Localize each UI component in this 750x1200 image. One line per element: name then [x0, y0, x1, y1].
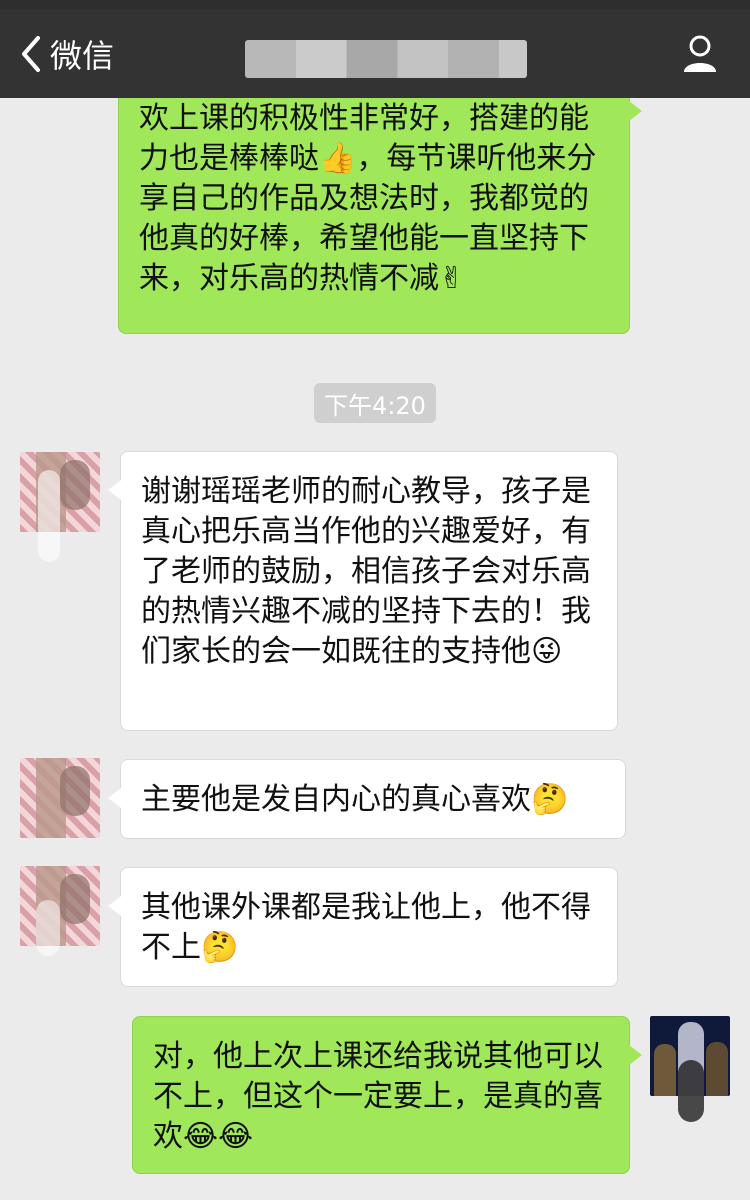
redaction-smudge — [36, 900, 60, 956]
contact-avatar[interactable] — [20, 866, 100, 946]
chat-area: 欢上课的积极性非常好，搭建的能力也是棒棒哒👍，每节课听他来分享自己的作品及想法时… — [0, 0, 750, 1200]
message-bubble-incoming[interactable]: 谢谢瑶瑶老师的耐心教导，孩子是真心把乐高当作他的兴趣爱好，有了老师的鼓励，相信孩… — [108, 451, 618, 731]
message-bubble-outgoing[interactable]: 对，他上次上课还给我说其他可以不上，但这个一定要上，是真的喜欢😂😂 — [132, 1016, 642, 1174]
navigation-bar: 微信 — [0, 0, 750, 98]
message-text: 其他课外课都是我让他上，他不得不上🤔 — [141, 890, 591, 965]
message-bubble-incoming[interactable]: 主要他是发自内心的真心喜欢🤔 — [108, 759, 626, 839]
chevron-left-icon — [22, 36, 40, 72]
message-bubble-outgoing[interactable]: 欢上课的积极性非常好，搭建的能力也是棒棒哒👍，每节课听他来分享自己的作品及想法时… — [118, 72, 642, 334]
person-icon[interactable] — [680, 34, 720, 74]
message-text: 谢谢瑶瑶老师的耐心教导，孩子是真心把乐高当作他的兴趣爱好，有了老师的鼓励，相信孩… — [141, 474, 591, 669]
back-button[interactable]: 微信 — [18, 32, 114, 76]
status-bar — [0, 0, 750, 10]
back-label: 微信 — [50, 37, 115, 75]
redaction-smudge — [38, 470, 60, 562]
contact-avatar[interactable] — [20, 758, 100, 838]
message-text: 欢上课的积极性非常好，搭建的能力也是棒棒哒👍，每节课听他来分享自己的作品及想法时… — [139, 101, 597, 296]
contact-avatar[interactable] — [20, 452, 100, 532]
message-text: 对，他上次上课还给我说其他可以不上，但这个一定要上，是真的喜欢😂😂 — [153, 1039, 603, 1154]
chat-title-redacted — [245, 40, 527, 78]
timestamp-pill: 下午4:20 — [314, 383, 436, 423]
redaction-smudge — [678, 1060, 704, 1122]
message-bubble-incoming[interactable]: 其他课外课都是我让他上，他不得不上🤔 — [108, 867, 618, 987]
message-text: 主要他是发自内心的真心喜欢🤔 — [141, 782, 569, 817]
